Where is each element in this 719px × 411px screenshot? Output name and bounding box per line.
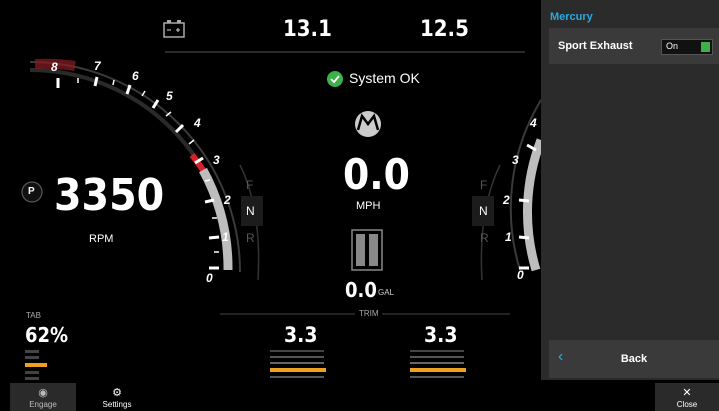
- engage-label: Engage: [29, 400, 57, 409]
- gear-r-left: R: [246, 231, 255, 245]
- voltage-2: 12.5: [420, 17, 469, 42]
- speed-unit: MPH: [356, 200, 381, 212]
- tach-right-label-3: 3: [512, 153, 519, 167]
- tach-right-label-2: 2: [503, 193, 510, 207]
- toggle-knob: [701, 42, 710, 52]
- back-button[interactable]: ‹ Back: [549, 340, 719, 378]
- tab-level-bars: [25, 350, 47, 380]
- status-text: System OK: [349, 70, 420, 86]
- bottom-bar: ◉ Engage ⚙ Settings ✕ Close: [0, 383, 719, 411]
- gear-n-left: N: [246, 204, 255, 218]
- tach-label-2: 2: [224, 193, 231, 207]
- gear-icon: ⚙: [112, 387, 122, 399]
- tach-label-4: 4: [194, 116, 201, 130]
- engage-button[interactable]: ◉ Engage: [10, 383, 76, 411]
- tab-value: 62%: [25, 323, 69, 347]
- pause-icon: [351, 229, 383, 271]
- close-label: Close: [676, 400, 698, 409]
- settings-button[interactable]: ⚙ Settings: [86, 383, 148, 411]
- tach-label-3: 3: [213, 153, 220, 167]
- trim-left-bars: [270, 350, 326, 378]
- voltage-1: 13.1: [283, 17, 332, 42]
- gear-f-right: F: [480, 178, 488, 192]
- fuel-value: 0.0: [345, 278, 377, 302]
- battery-icon: [163, 20, 185, 38]
- mercury-logo-icon: [355, 111, 381, 137]
- back-label: Back: [620, 353, 648, 365]
- gear-r-right: R: [480, 231, 489, 245]
- tach-label-1: 1: [222, 230, 229, 244]
- close-icon: ✕: [682, 387, 692, 399]
- trim-left-value: 3.3: [284, 323, 318, 347]
- sport-exhaust-toggle[interactable]: On: [661, 39, 713, 55]
- park-label: P: [28, 186, 35, 197]
- tach-label-6: 6: [132, 69, 139, 83]
- tach-label-8: 8: [51, 60, 58, 74]
- mercury-settings-panel: Mercury Sport Exhaust On ‹ Back: [541, 0, 719, 380]
- tach-right-label-0: 0: [517, 268, 524, 282]
- panel-title: Mercury: [550, 11, 593, 23]
- close-button[interactable]: ✕ Close: [655, 383, 719, 411]
- tach-right-label-4: 4: [530, 116, 537, 130]
- sport-exhaust-row[interactable]: Sport Exhaust On: [549, 28, 719, 64]
- settings-label: Settings: [102, 400, 132, 409]
- rpm-value: 3350: [54, 170, 165, 221]
- sport-exhaust-label: Sport Exhaust: [558, 40, 633, 52]
- speed-value: 0.0: [343, 150, 410, 199]
- tach-label-0: 0: [206, 271, 213, 285]
- fuel-unit: GAL: [378, 288, 395, 297]
- gear-n-right: N: [479, 204, 488, 218]
- engage-icon: ◉: [38, 387, 48, 399]
- tach-label-5: 5: [166, 89, 173, 103]
- tach-label-7: 7: [94, 59, 101, 73]
- toggle-state: On: [666, 41, 679, 51]
- trim-right-value: 3.3: [424, 323, 458, 347]
- rpm-unit: RPM: [89, 233, 114, 245]
- tab-label: TAB: [26, 311, 41, 320]
- check-circle-icon: [327, 71, 343, 87]
- trim-label: TRIM: [359, 309, 379, 318]
- gear-f-left: F: [246, 178, 254, 192]
- tach-right-label-1: 1: [505, 230, 512, 244]
- trim-right-bars: [410, 350, 466, 378]
